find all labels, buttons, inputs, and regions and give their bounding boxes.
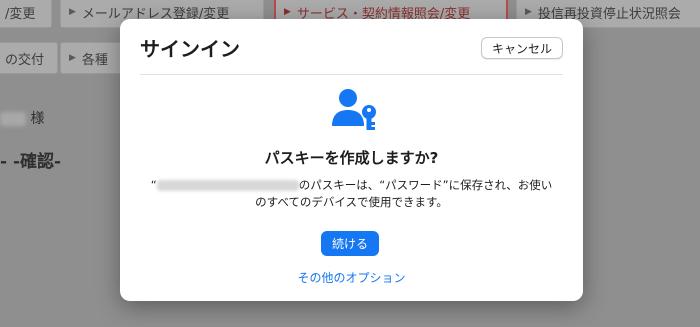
continue-button[interactable]: 続ける xyxy=(321,231,379,256)
masked-account xyxy=(156,180,299,191)
triangle-right-icon: ▶ xyxy=(284,7,291,17)
dialog-body: “ のパスキーは、“パスワード”に保存され、お使いのすべてのデバイスで使用できます… xyxy=(148,177,555,211)
triangle-right-icon: ▶ xyxy=(69,53,76,63)
signin-dialog: サインイン キャンセル パスキーを作成しますか? “ のパスキーは、“パスワード”… xyxy=(120,19,583,301)
body-quote: “ xyxy=(150,178,157,192)
triangle-right-icon: ▶ xyxy=(69,7,76,17)
section-heading: - -確認- xyxy=(0,147,61,172)
nav-button-delivery[interactable]: の交付 xyxy=(0,42,58,74)
nav-button-label: 各種 xyxy=(81,52,108,68)
nav-button-change[interactable]: /変更 xyxy=(0,0,52,28)
nav-button-label: の交付 xyxy=(5,52,45,68)
other-options-link[interactable]: その他のオプション xyxy=(120,269,583,286)
divider xyxy=(140,74,563,75)
cancel-button[interactable]: キャンセル xyxy=(480,37,563,59)
person-key-icon xyxy=(328,86,380,138)
section-confirm-label: -確認- xyxy=(12,152,62,172)
body-text: のパスキーは、“パスワード”に保存され、お使いのすべてのデバイスで使用できます。 xyxy=(255,178,553,209)
nav-button-label: /変更 xyxy=(5,6,36,22)
triangle-right-icon: ▶ xyxy=(525,7,532,17)
dialog-heading: パスキーを作成しますか? xyxy=(264,149,439,167)
masked-name xyxy=(0,112,26,126)
dialog-title: サインイン xyxy=(140,37,240,61)
honorific: 様 xyxy=(30,111,45,127)
customer-name: 様 xyxy=(0,108,44,128)
section-dash: - xyxy=(0,152,8,172)
